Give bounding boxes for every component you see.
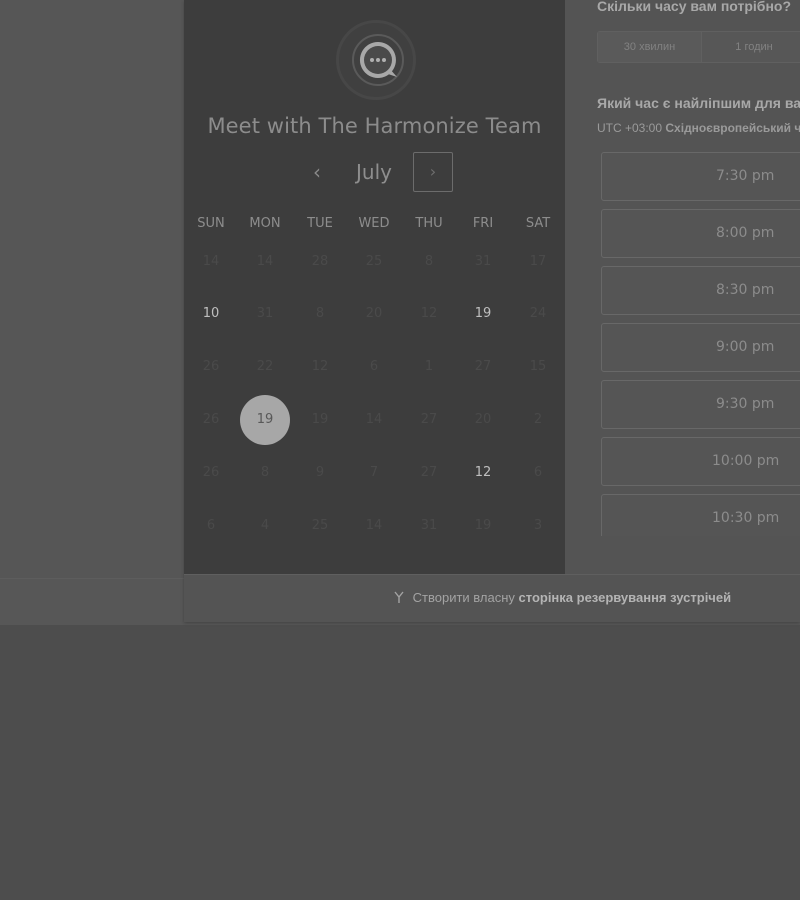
time-slot-button[interactable]: 7:30 pm	[601, 152, 800, 201]
calendar-day[interactable]: 12	[458, 448, 508, 498]
chat-bubble-icon	[352, 34, 404, 86]
calendar-day[interactable]: 10	[186, 289, 236, 339]
weekday-label: TUE	[307, 216, 333, 231]
calendar-day: 1	[424, 359, 434, 374]
calendar-day: 25	[365, 254, 383, 269]
calendar-day: 6	[533, 465, 543, 480]
weekday-label: WED	[358, 216, 390, 231]
duration-1-hour-button[interactable]: 1 годин	[702, 32, 800, 62]
time-slot-button[interactable]: 9:30 pm	[601, 380, 800, 429]
time-slot-button[interactable]: 9:00 pm	[601, 323, 800, 372]
booking-options-panel: Скільки часу вам потрібно? 30 хвилин 1 г…	[597, 0, 800, 574]
weekday-label: MON	[249, 216, 281, 231]
calendar-day: 14	[202, 254, 220, 269]
time-slot-button[interactable]: 10:00 pm	[601, 437, 800, 486]
calendar-day: 14	[365, 412, 383, 427]
month-navigation: ‹ July ›	[184, 152, 565, 192]
footer-link-prefix: Створити власну	[412, 590, 515, 605]
calendar-day: 12	[420, 306, 438, 321]
calendar-day: 19	[311, 412, 329, 427]
duration-question: Скільки часу вам потрібно?	[597, 0, 792, 14]
calendar-day: 31	[420, 518, 438, 533]
time-slot-button[interactable]: 8:30 pm	[601, 266, 800, 315]
calendar-day: 25	[311, 518, 329, 533]
calendar-day: 14	[256, 254, 274, 269]
calendar-day: 6	[206, 518, 216, 533]
calendar-day: 22	[256, 359, 274, 374]
calendar-day: 8	[315, 306, 325, 321]
calendar-day: 9	[315, 465, 325, 480]
calendar-day: 31	[256, 306, 274, 321]
footer-link-bold: сторінка резервування зустрічей	[518, 590, 732, 605]
calendar-day: 19	[474, 518, 492, 533]
next-month-button[interactable]: ›	[413, 152, 453, 192]
calendar-day: 20	[365, 306, 383, 321]
calendar-day: 14	[365, 518, 383, 533]
timezone-name: Східноєвропейський час	[665, 121, 800, 135]
calendar-day: 6	[369, 359, 379, 374]
calendar-day: 26	[202, 359, 220, 374]
calendar-day: 4	[260, 518, 270, 533]
time-slot-button[interactable]: 8:00 pm	[601, 209, 800, 258]
calendar-day: 24	[529, 306, 547, 321]
duration-30-min-button[interactable]: 30 хвилин	[598, 32, 702, 62]
create-booking-page-link[interactable]: Створити власну сторінка резервування зу…	[392, 590, 731, 605]
month-label: July	[356, 160, 392, 184]
calendar-day: 8	[260, 465, 270, 480]
left-backdrop	[0, 0, 182, 578]
left-backdrop-footer	[0, 578, 185, 625]
calendar-day: 8	[424, 254, 434, 269]
weekday-label: FRI	[472, 216, 494, 231]
calendar-day: 20	[474, 412, 492, 427]
weekday-label: SUN	[197, 216, 225, 231]
duration-selector: 30 хвилин 1 годин	[597, 31, 800, 63]
weekday-label: THU	[415, 216, 443, 231]
calendar-day: 27	[474, 359, 492, 374]
weekday-label: SAT	[525, 216, 551, 231]
selected-day[interactable]: 19	[240, 395, 290, 445]
timezone-offset: UTC +03:00	[597, 121, 663, 135]
calendar-day: 26	[202, 412, 220, 427]
calendar-panel: Meet with The Harmonize Team ‹ July › SU…	[184, 0, 565, 574]
calendar-day: 7	[369, 465, 379, 480]
calendar-day: 2	[533, 412, 543, 427]
time-slot-button[interactable]: 10:30 pm	[601, 494, 800, 536]
calendar-day: 27	[420, 412, 438, 427]
time-question: Який час є найліпшим для вас?	[597, 95, 800, 111]
calendar-day: 3	[533, 518, 543, 533]
calendar-day: 26	[202, 465, 220, 480]
calendar-day: 17	[529, 254, 547, 269]
calendar-day[interactable]: 19	[458, 289, 508, 339]
branch-icon	[394, 591, 404, 603]
calendar-day: 12	[311, 359, 329, 374]
time-slot-list: 7:30 pm 8:00 pm 8:30 pm 9:00 pm 9:30 pm …	[601, 152, 800, 536]
calendar-day: 28	[311, 254, 329, 269]
calendar-day: 27	[420, 465, 438, 480]
prev-month-button[interactable]: ‹	[302, 156, 332, 188]
footer-bar: Створити власну сторінка резервування зу…	[184, 574, 800, 622]
team-logo	[336, 20, 416, 100]
page-title: Meet with The Harmonize Team	[207, 114, 542, 138]
timezone-label[interactable]: UTC +03:00 Східноєвропейський час	[597, 121, 800, 135]
weekday-header: SUN MON TUE WED THU FRI SAT	[184, 216, 565, 236]
calendar-day: 15	[529, 359, 547, 374]
calendar-day: 31	[474, 254, 492, 269]
